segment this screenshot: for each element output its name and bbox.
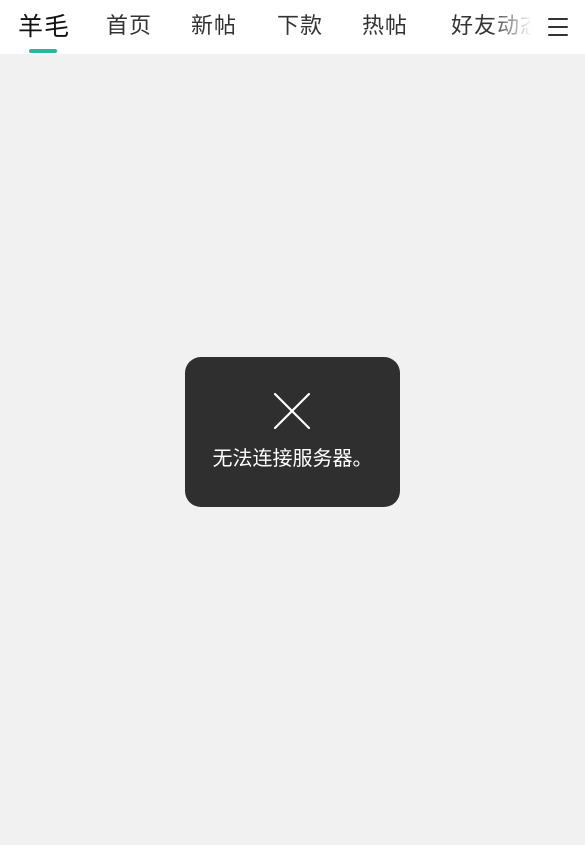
tab-loans[interactable]: 下款 [277, 0, 323, 54]
active-tab-indicator [29, 49, 57, 53]
error-toast: 无法连接服务器。 [185, 357, 400, 507]
tab-home[interactable]: 首页 [106, 0, 152, 54]
toast-message: 无法连接服务器。 [212, 446, 373, 470]
tab-strip: 羊毛 首页 新帖 下款 热帖 好友动态 [0, 0, 530, 54]
tab-hot-posts[interactable]: 热帖 [362, 0, 408, 54]
tab-overflow-fade [490, 0, 530, 54]
tab-new-posts[interactable]: 新帖 [191, 0, 237, 54]
top-tab-bar: 羊毛 首页 新帖 下款 热帖 好友动态 [0, 0, 585, 54]
menu-button[interactable] [540, 12, 576, 42]
tab-yangmao[interactable]: 羊毛 [18, 0, 70, 54]
close-x-icon [273, 392, 311, 430]
